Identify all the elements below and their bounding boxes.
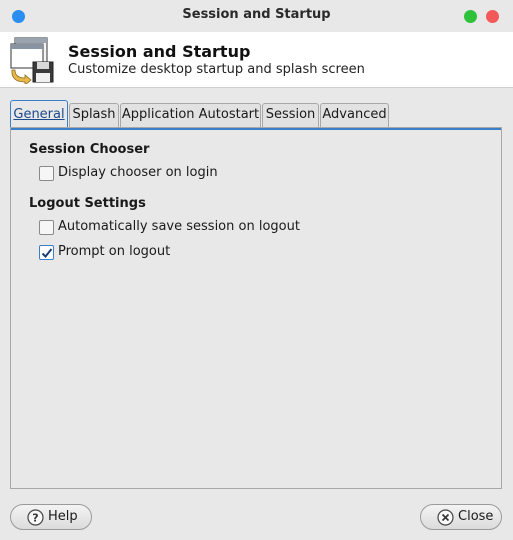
header-title: Session and Startup bbox=[68, 42, 251, 61]
tab-splash[interactable]: Splash bbox=[69, 103, 119, 128]
tab-accent-line bbox=[11, 128, 501, 130]
session-chooser-heading: Session Chooser bbox=[29, 142, 150, 157]
header-subtitle: Customize desktop startup and splash scr… bbox=[68, 62, 365, 77]
display-chooser-checkbox[interactable] bbox=[39, 166, 54, 181]
tab-general[interactable]: General bbox=[10, 100, 68, 128]
session-startup-icon bbox=[10, 37, 54, 84]
prompt-on-logout-checkbox[interactable] bbox=[39, 245, 54, 260]
tab-session[interactable]: Session bbox=[262, 103, 319, 128]
checkmark-icon bbox=[41, 248, 53, 258]
close-button[interactable]: Close bbox=[420, 504, 502, 530]
auto-save-label: Automatically save session on logout bbox=[58, 219, 300, 234]
maximize-icon[interactable] bbox=[464, 10, 477, 23]
help-button-label: Help bbox=[48, 509, 78, 524]
general-tab-panel: Session Chooser Display chooser on login… bbox=[10, 127, 502, 489]
auto-save-checkbox[interactable] bbox=[39, 220, 54, 235]
title-bar[interactable]: Session and Startup bbox=[0, 0, 513, 32]
tab-application-autostart[interactable]: Application Autostart bbox=[120, 103, 261, 128]
tab-advanced[interactable]: Advanced bbox=[320, 103, 389, 128]
svg-text:?: ? bbox=[32, 512, 38, 525]
help-button[interactable]: ? Help bbox=[10, 504, 92, 530]
display-chooser-label: Display chooser on login bbox=[58, 165, 218, 180]
help-icon: ? bbox=[27, 509, 44, 526]
window-title: Session and Startup bbox=[182, 7, 331, 22]
dialog-header: Session and Startup Customize desktop st… bbox=[0, 32, 513, 88]
close-circle-icon bbox=[437, 509, 454, 526]
logout-settings-heading: Logout Settings bbox=[29, 196, 146, 211]
close-button-label: Close bbox=[458, 509, 494, 524]
prompt-on-logout-label: Prompt on logout bbox=[58, 244, 171, 259]
close-window-icon[interactable] bbox=[486, 10, 499, 23]
